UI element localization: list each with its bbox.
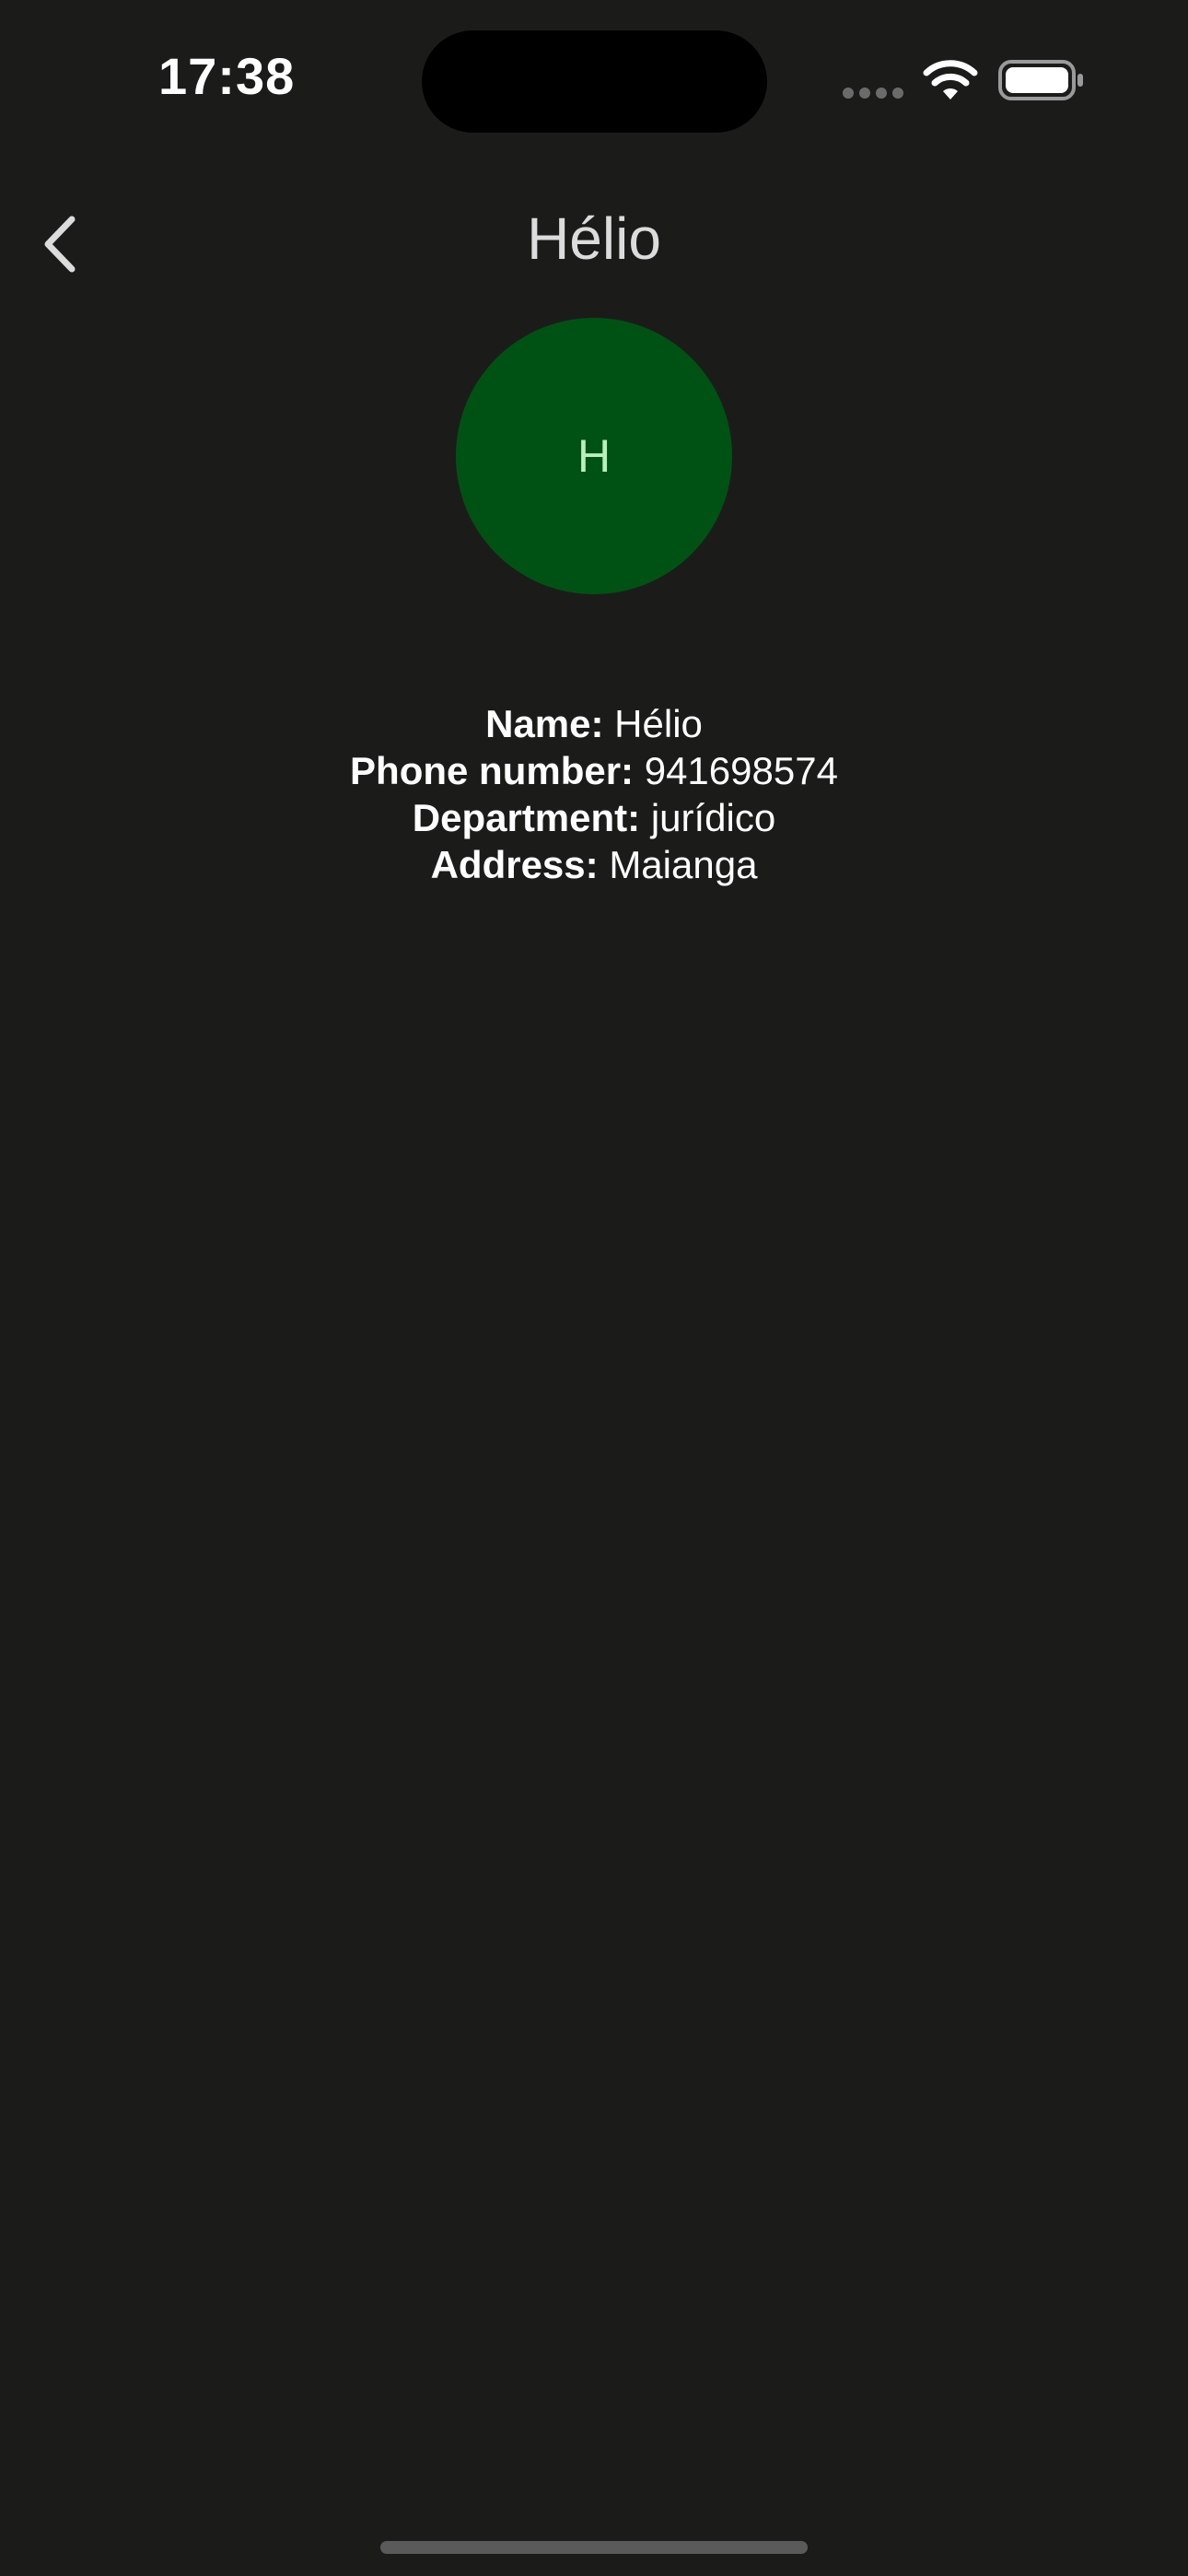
address-value: Maianga: [609, 843, 758, 886]
address-label: Address:: [430, 843, 599, 886]
cellular-signal-icon: [843, 88, 903, 99]
battery-icon: [998, 60, 1083, 100]
status-bar: 17:38: [0, 0, 1188, 157]
dynamic-island: [422, 30, 767, 133]
detail-row-address: Address: Maianga: [0, 841, 1188, 888]
wifi-icon: [923, 60, 978, 100]
status-time: 17:38: [158, 47, 296, 105]
detail-row-phone: Phone number: 941698574: [0, 747, 1188, 794]
phone-value: 941698574: [644, 749, 838, 792]
phone-label: Phone number:: [350, 749, 635, 792]
page-title: Hélio: [527, 205, 661, 272]
home-indicator[interactable]: [380, 2541, 808, 2554]
avatar: H: [456, 318, 732, 594]
avatar-initial: H: [577, 430, 611, 482]
name-value: Hélio: [614, 702, 703, 745]
contact-details: Name: Hélio Phone number: 941698574 Depa…: [0, 700, 1188, 888]
detail-row-department: Department: jurídico: [0, 794, 1188, 841]
name-label: Name:: [485, 702, 604, 745]
navigation-bar: Hélio: [0, 184, 1188, 304]
department-label: Department:: [412, 796, 641, 839]
department-value: jurídico: [650, 796, 776, 839]
detail-row-name: Name: Hélio: [0, 700, 1188, 747]
